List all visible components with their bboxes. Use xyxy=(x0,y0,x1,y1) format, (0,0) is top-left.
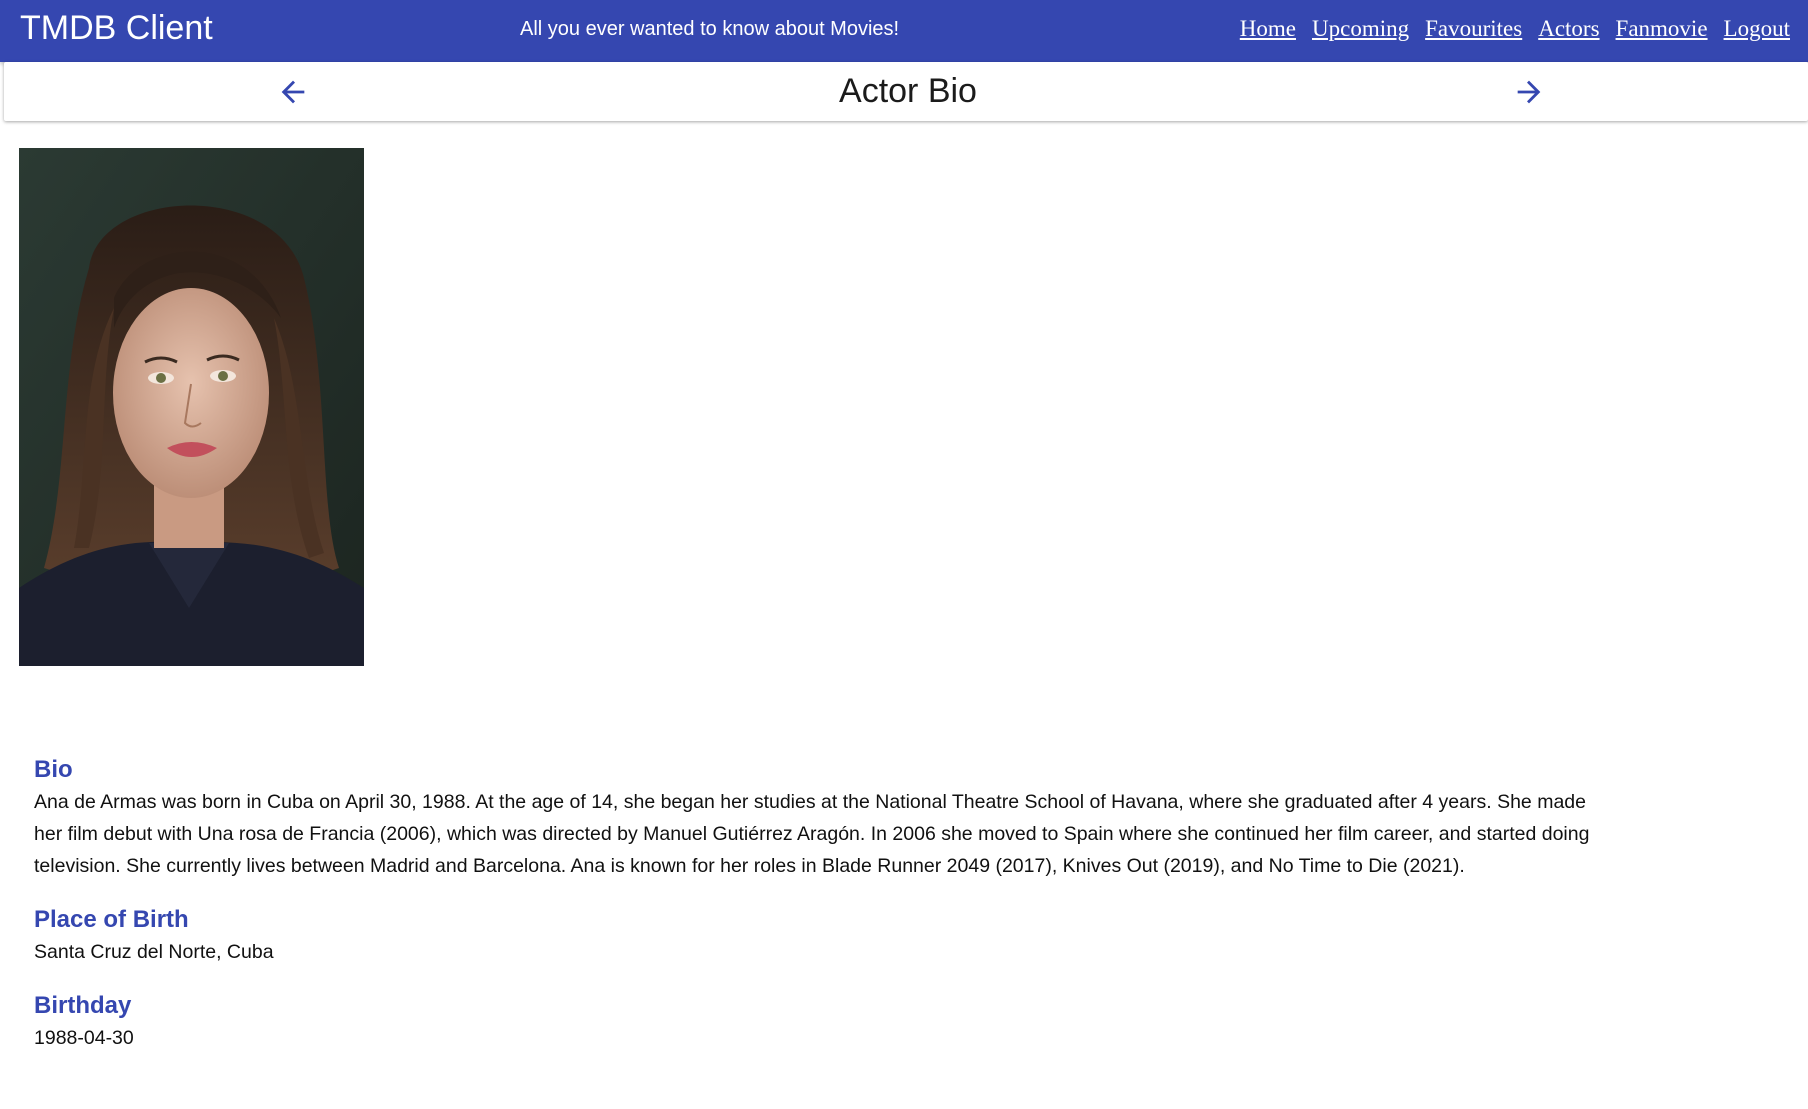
app-bar: TMDB Client All you ever wanted to know … xyxy=(0,0,1808,62)
nav-link-favourites[interactable]: Favourites xyxy=(1425,14,1522,44)
brand-title[interactable]: TMDB Client xyxy=(20,8,213,48)
birthday-heading: Birthday xyxy=(34,992,132,1019)
actor-portrait-image xyxy=(19,148,364,666)
nav-link-upcoming[interactable]: Upcoming xyxy=(1312,14,1409,44)
place-of-birth-heading: Place of Birth xyxy=(34,906,189,933)
nav-link-logout[interactable]: Logout xyxy=(1724,14,1790,44)
birthday-text: 1988-04-30 xyxy=(34,1027,134,1049)
actor-photo xyxy=(19,148,364,666)
actor-details: Bio Ana de Armas was born in Cuba on Apr… xyxy=(34,754,1614,1076)
tagline: All you ever wanted to know about Movies… xyxy=(520,18,900,40)
bio-text: Ana de Armas was born in Cuba on April 3… xyxy=(34,791,1590,877)
page-header: Actor Bio xyxy=(4,62,1808,121)
place-of-birth-text: Santa Cruz del Norte, Cuba xyxy=(34,941,274,963)
arrow-right-icon xyxy=(1517,80,1541,104)
nav-link-home[interactable]: Home xyxy=(1240,14,1296,44)
forward-button[interactable] xyxy=(1512,75,1546,109)
birthday-section: Birthday 1988-04-30 xyxy=(34,990,1614,1054)
bio-section: Bio Ana de Armas was born in Cuba on Apr… xyxy=(34,754,1614,882)
main-nav: Home Upcoming Favourites Actors Fanmovie… xyxy=(1240,14,1790,44)
nav-link-fanmovie[interactable]: Fanmovie xyxy=(1616,14,1708,44)
nav-link-actors[interactable]: Actors xyxy=(1538,14,1599,44)
page-title: Actor Bio xyxy=(839,72,977,110)
place-of-birth-section: Place of Birth Santa Cruz del Norte, Cub… xyxy=(34,904,1614,968)
bio-heading: Bio xyxy=(34,756,73,783)
